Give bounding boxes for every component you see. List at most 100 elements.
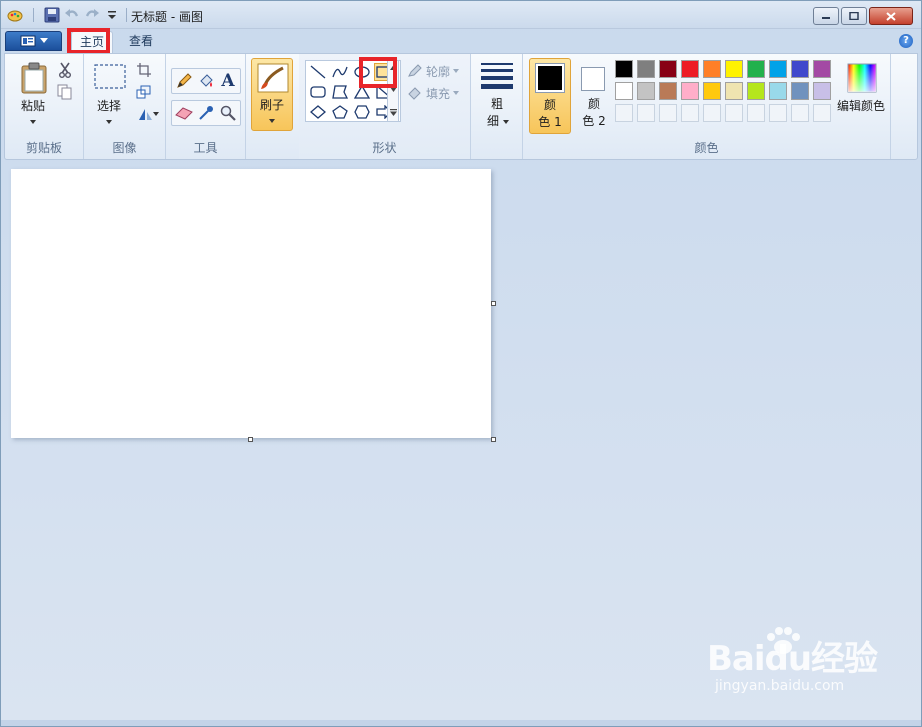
palette-swatch[interactable]: [615, 82, 633, 100]
customize-qat-icon[interactable]: [104, 7, 120, 23]
shape-line[interactable]: [308, 63, 328, 81]
palette-swatch[interactable]: [703, 60, 721, 78]
paste-label: 粘贴: [20, 99, 45, 113]
resize-icon: [136, 85, 151, 99]
palette-swatch-empty[interactable]: [637, 104, 655, 122]
palette-swatch[interactable]: [703, 82, 721, 100]
palette-swatch[interactable]: [637, 82, 655, 100]
maximize-button[interactable]: [841, 7, 867, 25]
palette-swatch-empty[interactable]: [703, 104, 721, 122]
color2-button[interactable]: 颜 色 2: [575, 58, 615, 134]
ribbon: 粘贴 剪贴板 选择 图像 A 工具 刷子 轮廓 填充 形状 粗 细 颜 色 1 …: [4, 53, 918, 160]
eraser-button[interactable]: [174, 103, 194, 123]
watermark-url: jingyan.baidu.com: [715, 678, 845, 694]
edit-colors-button[interactable]: 编辑颜色: [837, 60, 889, 132]
palette-swatch[interactable]: [769, 82, 787, 100]
shape-hexagon[interactable]: [352, 103, 372, 121]
tab-view[interactable]: 查看: [121, 31, 161, 53]
color-picker-button[interactable]: [196, 103, 216, 123]
palette-swatch[interactable]: [813, 82, 831, 100]
palette-swatch-empty[interactable]: [747, 104, 765, 122]
palette-swatch-empty[interactable]: [659, 104, 677, 122]
canvas-resize-handle-corner[interactable]: [491, 437, 496, 442]
paste-button[interactable]: 粘贴: [11, 58, 55, 130]
canvas-resize-handle-right[interactable]: [491, 301, 496, 306]
color1-button[interactable]: 颜 色 1: [529, 58, 571, 134]
brush-label: 刷子: [259, 98, 284, 112]
rotate-icon: [139, 109, 152, 120]
palette-swatch-empty[interactable]: [681, 104, 699, 122]
color-picker-icon: [199, 106, 213, 120]
outline-button[interactable]: 轮廓: [407, 62, 467, 80]
image-group-label: 图像: [112, 141, 137, 155]
palette-swatch[interactable]: [791, 82, 809, 100]
fill-shape-button[interactable]: 填充: [407, 84, 467, 102]
canvas-resize-handle-bottom[interactable]: [248, 437, 253, 442]
size-dropdown-arrow-icon: [503, 120, 509, 124]
palette-swatch[interactable]: [813, 60, 831, 78]
clipboard-group-label: 剪贴板: [25, 141, 62, 155]
palette-swatch[interactable]: [725, 60, 743, 78]
rotate-button[interactable]: [134, 104, 162, 124]
group-image: 选择 图像: [84, 54, 166, 159]
app-menu-button[interactable]: [5, 31, 62, 51]
palette-swatch[interactable]: [615, 60, 633, 78]
minimize-button[interactable]: [813, 7, 839, 25]
group-clipboard: 粘贴 剪贴板: [5, 54, 84, 159]
shape-rounded-rectangle[interactable]: [308, 83, 328, 101]
paint-app-icon[interactable]: [7, 7, 23, 23]
color-spectrum-icon: [847, 63, 877, 93]
close-button[interactable]: [869, 7, 913, 25]
shape-polygon[interactable]: [330, 83, 350, 101]
palette-swatch-empty[interactable]: [813, 104, 831, 122]
palette-swatch-empty[interactable]: [791, 104, 809, 122]
pencil-button[interactable]: [174, 71, 194, 91]
palette-swatch[interactable]: [791, 60, 809, 78]
palette-swatch[interactable]: [681, 60, 699, 78]
save-icon[interactable]: [44, 7, 60, 23]
resize-button[interactable]: [134, 82, 154, 102]
palette-swatch[interactable]: [681, 82, 699, 100]
undo-icon[interactable]: [64, 7, 80, 23]
palette-swatch-empty[interactable]: [725, 104, 743, 122]
fill-dropdown-arrow-icon: [453, 91, 460, 95]
paste-dropdown-arrow-icon: [30, 120, 36, 124]
edit-colors-label: 编辑颜色: [836, 99, 885, 113]
palette-swatch[interactable]: [637, 60, 655, 78]
magnifier-button[interactable]: [218, 103, 238, 123]
group-colors: 颜 色 1 颜 色 2 编辑颜色 颜色: [523, 54, 891, 159]
palette-swatch[interactable]: [769, 60, 787, 78]
group-size[interactable]: 粗 细: [471, 54, 523, 159]
shape-pentagon[interactable]: [330, 103, 350, 121]
highlight-box-rectangle: [359, 57, 397, 88]
palette-swatch[interactable]: [747, 60, 765, 78]
cut-icon: [59, 62, 71, 78]
text-button[interactable]: A: [218, 71, 238, 91]
palette-swatch[interactable]: [659, 60, 677, 78]
copy-button[interactable]: [55, 82, 75, 102]
color-palette: [615, 54, 845, 134]
help-icon[interactable]: ?: [899, 34, 913, 48]
palette-swatch-empty[interactable]: [615, 104, 633, 122]
shape-curve[interactable]: [330, 63, 350, 81]
fill-button[interactable]: [196, 71, 216, 91]
crop-icon: [137, 63, 151, 77]
palette-swatch[interactable]: [747, 82, 765, 100]
fill-label: 填充: [426, 86, 451, 101]
select-dropdown-arrow-icon: [106, 120, 112, 124]
redo-icon[interactable]: [84, 7, 100, 23]
shape-diamond[interactable]: [308, 103, 328, 121]
palette-swatch[interactable]: [725, 82, 743, 100]
color2-swatch-frame: [581, 67, 605, 91]
palette-swatch[interactable]: [659, 82, 677, 100]
palette-swatch-empty[interactable]: [769, 104, 787, 122]
drawing-canvas[interactable]: [11, 169, 491, 438]
brush-button[interactable]: 刷子: [251, 58, 293, 131]
fill-icon: [200, 74, 213, 87]
select-button[interactable]: 选择: [88, 58, 130, 130]
chevron-down-icon: [39, 38, 48, 43]
pencil-icon: [177, 73, 192, 88]
cut-button[interactable]: [55, 60, 75, 80]
crop-button[interactable]: [134, 60, 154, 80]
size-label-1: 粗: [490, 97, 503, 111]
